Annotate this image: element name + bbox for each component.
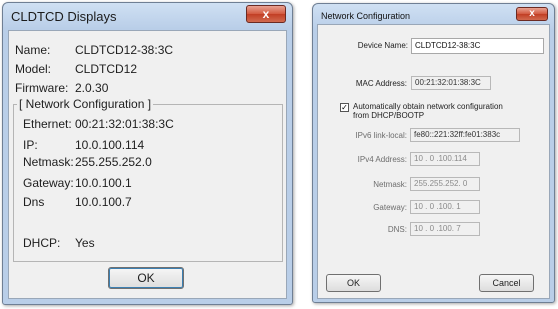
dns-label: Dns xyxy=(23,195,45,209)
ipv6-label: IPv6 link-local: xyxy=(355,131,407,140)
close-button[interactable]: x xyxy=(246,5,286,23)
netmask-value: 255.255.252.0 xyxy=(75,155,152,169)
netmask-label: Netmask: xyxy=(373,180,407,189)
network-configuration-window: Network Configuration x Device Name: CLD… xyxy=(312,3,555,303)
dns-value: 10.0.100.7 xyxy=(75,195,132,209)
ipv6-field: fe80::221:32ff:fe01:383c xyxy=(410,128,520,142)
mac-address-label: MAC Address: xyxy=(355,79,407,88)
model-value: CLDTCD12 xyxy=(75,62,138,76)
netmask-label: Netmask: xyxy=(23,155,74,169)
dhcp-checkbox-label-line2: from DHCP/BOOTP xyxy=(353,111,425,120)
dialog-body: Device Name: CLDTCD12-38:3C MAC Address:… xyxy=(317,24,550,299)
device-name-field[interactable]: CLDTCD12-38:3C xyxy=(411,38,544,54)
mac-address-field: 00:21:32:01:38:3C xyxy=(411,76,491,90)
dhcp-value: Yes xyxy=(75,236,95,250)
name-label: Name: xyxy=(15,43,51,57)
ok-button-label: OK xyxy=(137,271,155,285)
cldtcd-displays-window: CLDTCD Displays x Name: CLDTCD12-38:3C M… xyxy=(2,2,293,305)
dns-field: 10 . 0 .100. 7 xyxy=(410,222,480,236)
firmware-value: 2.0.30 xyxy=(75,81,109,95)
dhcp-checkbox[interactable]: ✓ xyxy=(340,103,349,112)
gateway-label: Gateway: xyxy=(23,176,74,190)
gateway-field: 10 . 0 .100. 1 xyxy=(410,200,480,214)
ok-button[interactable]: OK xyxy=(108,267,184,289)
checkmark-icon: ✓ xyxy=(341,103,348,112)
group-title: [ Network Configuration ] xyxy=(17,97,154,111)
ipv4-field: 10 . 0 .100.114 xyxy=(410,152,480,166)
gateway-value: 10.0.100.1 xyxy=(75,176,132,190)
device-name-label: Device Name: xyxy=(357,41,408,50)
window-title: Network Configuration xyxy=(321,11,411,21)
cancel-button-label: Cancel xyxy=(492,278,521,288)
title-bar[interactable]: Network Configuration x xyxy=(313,4,554,24)
close-icon: x xyxy=(262,7,270,21)
firmware-label: Firmware: xyxy=(15,81,69,95)
ipv4-label: IPv4 Address: xyxy=(357,155,407,164)
cancel-button[interactable]: Cancel xyxy=(479,274,534,292)
dialog-body: Name: CLDTCD12-38:3C Model: CLDTCD12 Fir… xyxy=(8,30,287,299)
ip-label: IP: xyxy=(23,138,38,152)
dns-label: DNS: xyxy=(387,225,407,234)
title-bar[interactable]: CLDTCD Displays x xyxy=(3,3,292,29)
ok-button-label: OK xyxy=(346,278,360,288)
netmask-field: 255.255.252. 0 xyxy=(410,177,480,191)
model-label: Model: xyxy=(15,62,52,76)
ethernet-label: Ethernet: xyxy=(23,117,72,131)
name-value: CLDTCD12-38:3C xyxy=(75,43,174,57)
dhcp-label: DHCP: xyxy=(23,236,61,250)
ok-button[interactable]: OK xyxy=(326,274,381,292)
ip-value: 10.0.100.114 xyxy=(75,138,145,152)
close-icon: x xyxy=(529,8,535,19)
gateway-label: Gateway: xyxy=(373,203,407,212)
window-title: CLDTCD Displays xyxy=(11,9,117,24)
ethernet-value: 00:21:32:01:38:3C xyxy=(75,117,174,131)
close-button[interactable]: x xyxy=(516,7,548,21)
dhcp-checkbox-label-line1: Automatically obtain network configurati… xyxy=(353,102,503,111)
